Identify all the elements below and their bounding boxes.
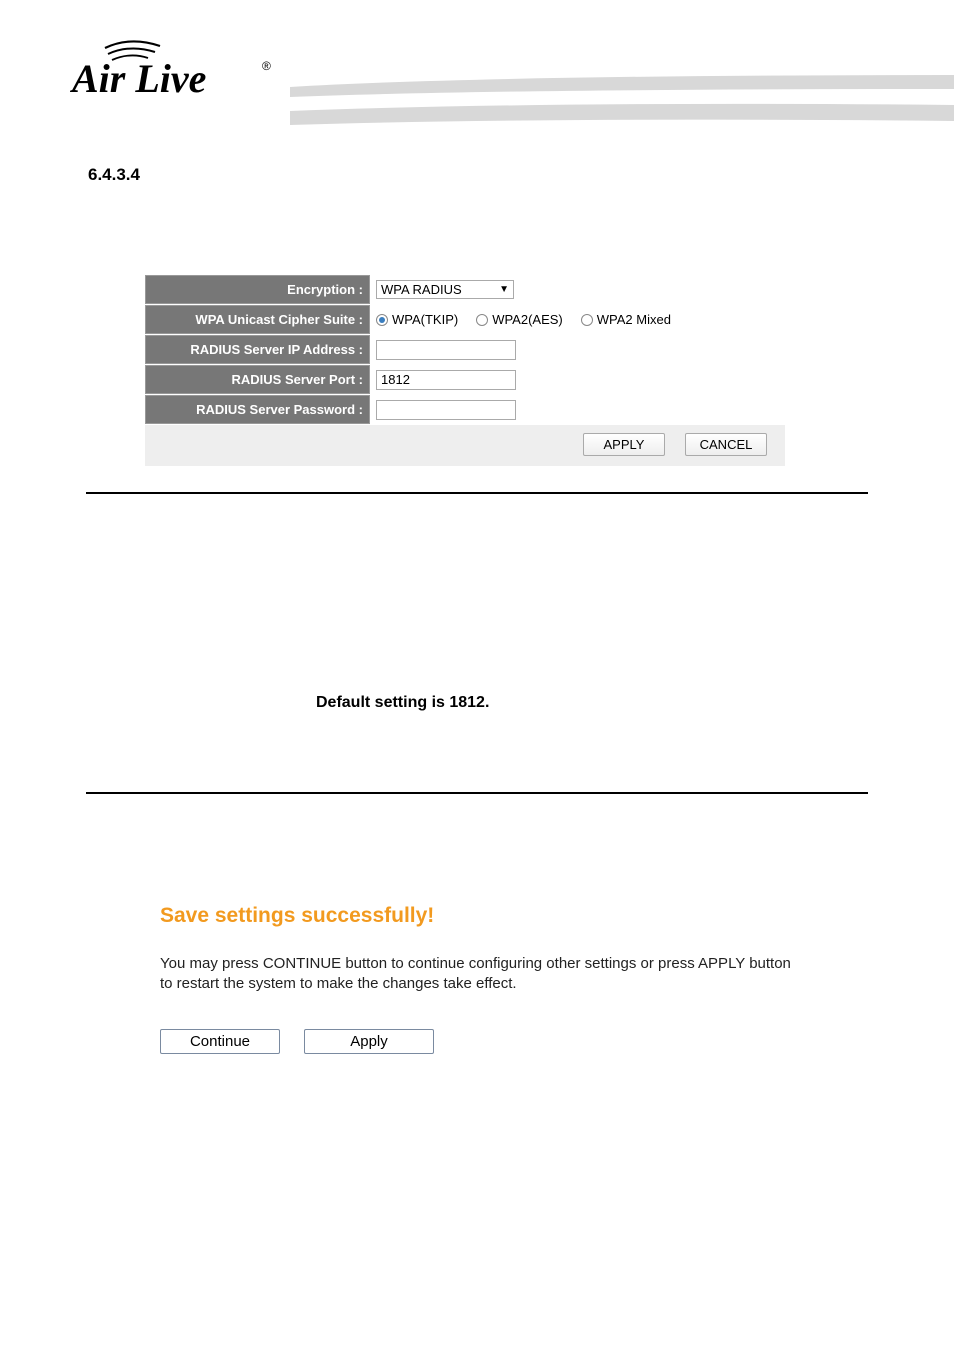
encryption-select[interactable]: WPA RADIUS ▼ [376, 280, 514, 299]
radio-label: WPA2 Mixed [597, 312, 671, 327]
radio-wpa-tkip[interactable]: WPA(TKIP) [376, 312, 458, 327]
row-password: RADIUS Server Password : [145, 395, 785, 425]
default-note: Default setting is 1812. [316, 694, 954, 712]
label-password: RADIUS Server Password : [145, 395, 370, 424]
label-ip: RADIUS Server IP Address : [145, 335, 370, 364]
page-header: Air Live ® [0, 0, 954, 140]
radio-icon [581, 314, 593, 326]
label-cipher: WPA Unicast Cipher Suite : [145, 305, 370, 334]
password-input[interactable] [376, 400, 516, 420]
radio-wpa2-aes[interactable]: WPA2(AES) [476, 312, 563, 327]
port-input[interactable]: 1812 [376, 370, 516, 390]
continue-button[interactable]: Continue [160, 1029, 280, 1054]
radio-icon [376, 314, 388, 326]
save-title: Save settings successfully! [160, 904, 800, 928]
row-encryption: Encryption : WPA RADIUS ▼ [145, 275, 785, 305]
chevron-down-icon: ▼ [499, 284, 509, 295]
value-password [370, 395, 785, 424]
settings-form: Encryption : WPA RADIUS ▼ WPA Unicast Ci… [145, 275, 785, 466]
save-text: You may press CONTINUE button to continu… [160, 954, 800, 995]
cipher-radio-group: WPA(TKIP) WPA2(AES) WPA2 Mixed [376, 312, 671, 327]
divider [86, 792, 868, 794]
save-confirm-block: Save settings successfully! You may pres… [160, 904, 800, 1054]
row-cipher: WPA Unicast Cipher Suite : WPA(TKIP) WPA… [145, 305, 785, 335]
value-cipher: WPA(TKIP) WPA2(AES) WPA2 Mixed [370, 305, 785, 334]
section-number: 6.4.3.4 [88, 165, 954, 185]
value-ip [370, 335, 785, 364]
header-swoosh [290, 75, 954, 130]
apply-button[interactable]: APPLY [583, 433, 665, 456]
encryption-select-value: WPA RADIUS [381, 282, 462, 297]
ip-input[interactable] [376, 340, 516, 360]
form-button-row: APPLY CANCEL [145, 425, 785, 460]
value-encryption: WPA RADIUS ▼ [370, 275, 785, 304]
label-encryption: Encryption : [145, 275, 370, 304]
save-button-row: Continue Apply [160, 1029, 800, 1054]
radio-wpa2-mixed[interactable]: WPA2 Mixed [581, 312, 671, 327]
brand-logo: Air Live ® [70, 30, 280, 105]
row-port: RADIUS Server Port : 1812 [145, 365, 785, 395]
cancel-button[interactable]: CANCEL [685, 433, 767, 456]
label-port: RADIUS Server Port : [145, 365, 370, 394]
svg-text:Air Live: Air Live [70, 56, 206, 101]
radio-icon [476, 314, 488, 326]
row-ip: RADIUS Server IP Address : [145, 335, 785, 365]
apply-button-2[interactable]: Apply [304, 1029, 434, 1054]
svg-text:®: ® [262, 59, 271, 73]
radio-label: WPA(TKIP) [392, 312, 458, 327]
value-port: 1812 [370, 365, 785, 394]
divider [86, 492, 868, 494]
radio-label: WPA2(AES) [492, 312, 563, 327]
